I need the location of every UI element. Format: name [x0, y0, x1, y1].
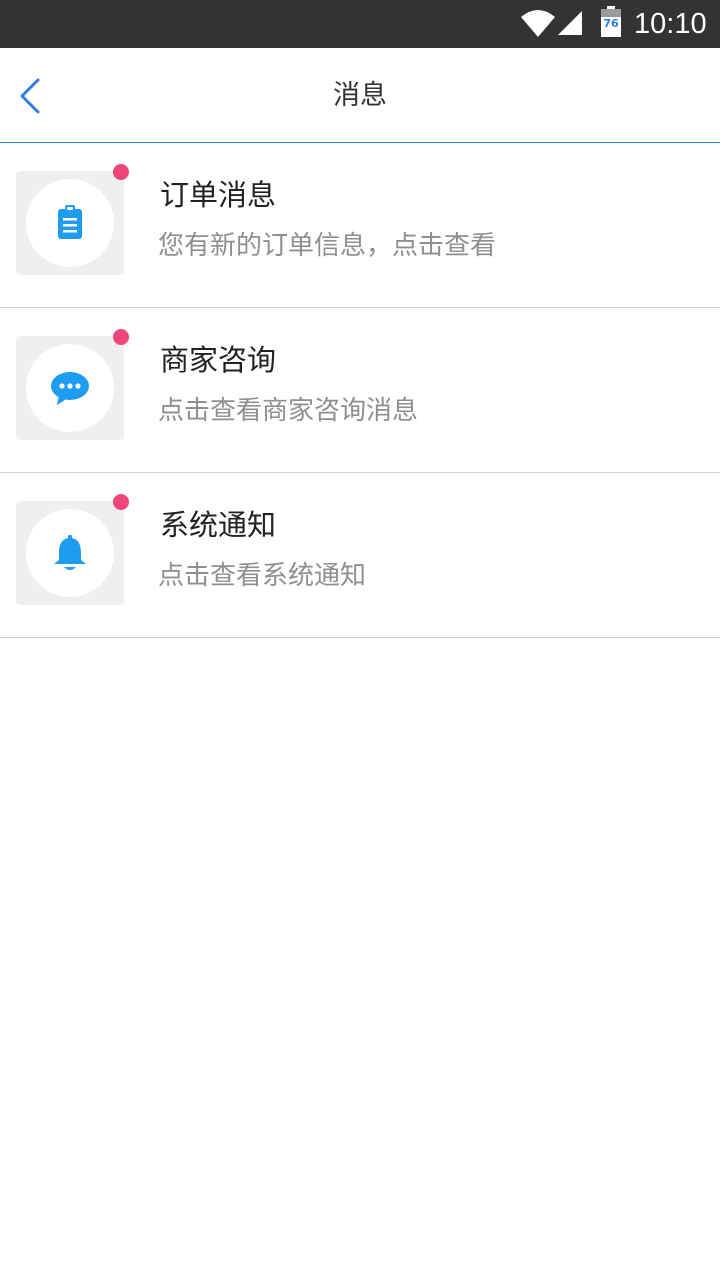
- list-item-order-messages[interactable]: 订单消息 您有新的订单信息，点击查看: [0, 143, 720, 308]
- unread-dot: [113, 494, 129, 510]
- cell-signal-icon: [558, 11, 582, 35]
- chevron-left-icon: [20, 78, 40, 114]
- wifi-icon: [521, 10, 555, 37]
- bell-icon: [54, 535, 86, 570]
- item-title: 订单消息: [160, 178, 277, 212]
- item-title: 商家咨询: [160, 343, 277, 377]
- item-description: 点击查看商家咨询消息: [158, 396, 419, 426]
- message-list: 订单消息 您有新的订单信息，点击查看 商家咨询 点击查看商家咨询消息 系统通知 …: [0, 143, 720, 638]
- list-item-merchant-inquiry[interactable]: 商家咨询 点击查看商家咨询消息: [0, 308, 720, 473]
- battery-level: 76: [603, 17, 619, 30]
- unread-dot: [113, 329, 129, 345]
- item-description: 点击查看系统通知: [158, 561, 367, 591]
- item-title: 系统通知: [160, 508, 277, 542]
- item-description: 您有新的订单信息，点击查看: [158, 231, 497, 261]
- chat-bubble-icon: [51, 372, 89, 405]
- status-bar: 76 10:10: [0, 0, 720, 48]
- icon-tile: [16, 171, 124, 275]
- clock: 10:10: [634, 8, 707, 40]
- icon-circle: [26, 509, 114, 597]
- icon-circle: [26, 179, 114, 267]
- back-button[interactable]: [0, 48, 80, 143]
- icon-circle: [26, 344, 114, 432]
- page-title: 消息: [333, 80, 387, 111]
- icon-tile: [16, 501, 124, 605]
- list-item-system-notice[interactable]: 系统通知 点击查看系统通知: [0, 473, 720, 638]
- unread-dot: [113, 164, 129, 180]
- icon-tile: [16, 336, 124, 440]
- nav-bar: 消息: [0, 48, 720, 143]
- clipboard-icon: [58, 205, 82, 239]
